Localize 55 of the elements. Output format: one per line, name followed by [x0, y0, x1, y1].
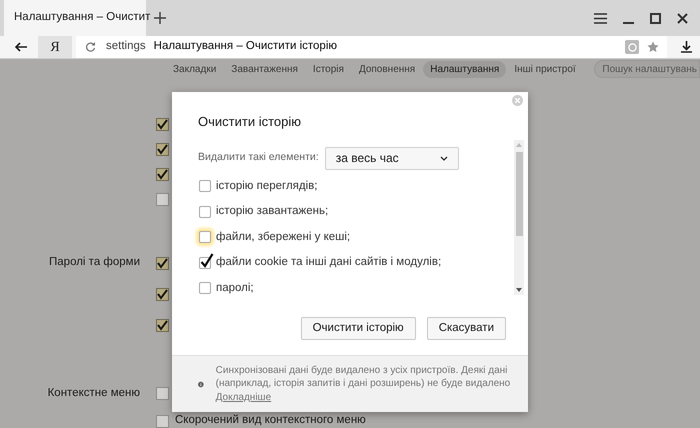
clear-history-button[interactable]: Очистити історію: [300, 317, 416, 340]
checkmark-icon: [200, 252, 214, 268]
info-icon: [198, 378, 204, 390]
checkmark-icon: [157, 320, 168, 331]
url-text: settings: [106, 39, 146, 54]
maximize-icon[interactable]: [650, 13, 661, 24]
period-label: Видалити такі елементи:: [198, 150, 319, 166]
checkbox[interactable]: [156, 319, 169, 332]
star-icon[interactable]: [647, 41, 659, 53]
option-label: паролі;: [216, 280, 254, 296]
back-arrow-icon[interactable]: [15, 42, 27, 52]
checkmark-icon: [157, 119, 168, 130]
checkbox[interactable]: [156, 193, 169, 206]
section-title: Паролі та форми: [49, 255, 140, 270]
checkmark-icon: [157, 258, 168, 269]
address-bar[interactable]: settings Налаштування – Очистити історію: [76, 36, 667, 58]
settings-tab[interactable]: Завантаження: [224, 60, 305, 78]
page-title: Налаштування – Очистити історію: [154, 39, 338, 54]
menu-icon[interactable]: [594, 13, 607, 24]
scrollbar[interactable]: [514, 140, 524, 294]
checkmark-icon: [157, 169, 168, 180]
option-label: історію переглядів;: [216, 178, 318, 194]
settings-tab[interactable]: Доповнення: [352, 60, 422, 78]
option-label: Скорочений вид контекстного меню: [175, 413, 366, 428]
period-dropdown[interactable]: за весь час: [324, 146, 459, 170]
download-icon[interactable]: [681, 41, 692, 53]
more-link[interactable]: Докладніше: [216, 390, 272, 404]
section-title: Контекстне меню: [48, 386, 140, 401]
dialog-title: Очистити історію: [198, 113, 301, 131]
close-icon[interactable]: [677, 13, 688, 24]
checkbox[interactable]: [156, 414, 169, 428]
settings-tab[interactable]: Історія: [306, 60, 351, 78]
yandex-button[interactable]: Я: [38, 36, 72, 58]
scroll-down-icon[interactable]: [516, 288, 522, 292]
reload-icon[interactable]: [86, 42, 96, 52]
checkmark-icon: [157, 289, 168, 300]
tab-title: Налаштування – Очистит: [14, 10, 150, 26]
option-label: файли, збережені у кеші;: [216, 230, 350, 245]
checkbox[interactable]: [156, 168, 169, 181]
checkbox[interactable]: [156, 288, 169, 301]
option-label: файли cookie та інші дані сайтів і модулів;: [216, 255, 442, 270]
settings-tab[interactable]: Налаштування: [423, 60, 506, 78]
notice-text: Синхронізовані дані буде видалено з усіх пристроїв. Деякі дані (наприклад, історія запитів і дані розширень) не буде видалено Докладніше: [216, 364, 512, 404]
settings-search-field[interactable]: Пошук налаштувань: [594, 60, 700, 78]
cancel-button[interactable]: Скасувати: [426, 317, 506, 340]
checkbox[interactable]: [156, 143, 169, 156]
checkmark-icon: [157, 144, 168, 155]
settings-tab[interactable]: Закладки: [166, 60, 224, 78]
checkbox[interactable]: [156, 257, 169, 270]
new-tab-icon[interactable]: [154, 12, 166, 24]
checkbox[interactable]: [156, 118, 169, 131]
chevron-down-icon: [440, 156, 448, 160]
option-label: історію завантажень;: [216, 204, 328, 220]
settings-tab[interactable]: Інші пристрої: [507, 60, 583, 78]
checkbox[interactable]: [156, 386, 169, 400]
